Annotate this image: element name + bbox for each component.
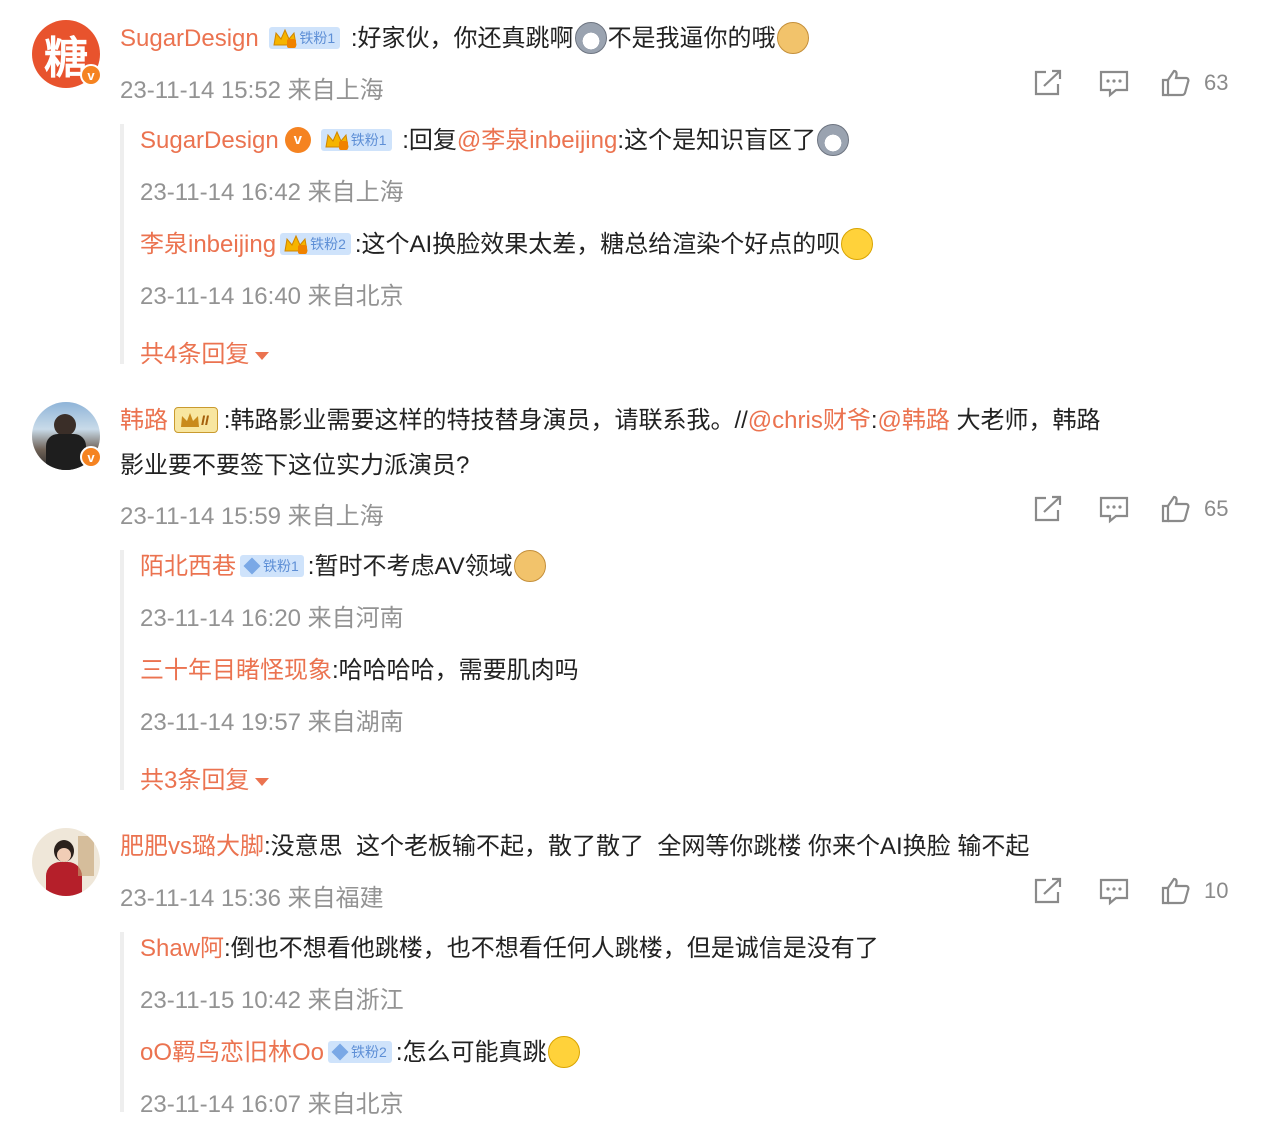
fan-badge-icon [325,130,349,150]
reply-username[interactable]: 三十年目睹怪现象 [140,657,332,684]
reply-time: 23-11-14 16:07 来自北京 [140,1091,404,1118]
share-icon [1034,69,1062,96]
reply-block: SugarDesign v 铁粉1 :回复@李泉inbeijing:这个是知识盲区了… [120,123,1224,368]
reply-text: :哈哈哈哈，需要肌肉吗 [332,657,579,684]
comment-icon [1099,496,1129,524]
reply-text: :倒也不想看他跳楼，也不想看任何人跳楼，但是诚信是没有了 [224,935,879,962]
comment-text: :没意思 这个老板输不起，散了散了 全网等你跳楼 你来个AI换脸 输不起 [264,833,1030,860]
avatar[interactable] [32,828,100,896]
diamond-icon [243,557,261,575]
husky-emoji-icon [574,21,607,54]
doge-emoji-icon [513,549,546,582]
fan-badge-icon [284,234,308,254]
laugh-cry-emoji-icon [547,1035,580,1068]
verified-icon: v [284,126,311,153]
reply-username[interactable]: 陌北西巷 [140,553,236,580]
fan-badge[interactable]: 铁粉1 [269,26,341,49]
more-replies-link[interactable]: 共4条回复 [140,334,270,369]
like-icon [1161,69,1190,97]
like-button[interactable]: 65 [1160,494,1228,524]
reply-username[interactable]: oO羁鸟恋旧林Oo [140,1039,324,1066]
reply-time: 23-11-15 10:42 来自浙江 [140,987,404,1014]
reply-text: :这个AI换脸效果太差，糖总给渲染个好点的呗 [354,231,841,258]
reply-username[interactable]: SugarDesign [140,127,279,154]
share-icon [1034,495,1062,522]
comment-text-2: 不是我逼你的哦 [607,25,776,52]
mention-link[interactable]: @李泉inbeijing [457,127,617,154]
avatar[interactable]: v [32,402,102,470]
reply-block: Shaw阿:倒也不想看他跳楼，也不想看任何人跳楼，但是诚信是没有了 23-11-… [120,932,1224,1118]
grin-emoji-icon [841,227,874,260]
fan-badge[interactable]: 铁粉2 [280,232,351,255]
comment-colon: : [870,407,878,434]
share-button[interactable] [1032,68,1064,98]
doge-emoji-icon [776,21,809,54]
comment-time: 23-11-14 15:52 来自上海 [120,77,384,104]
reply-text: :这个是知识盲区了 [617,127,816,154]
reply-time: 23-11-14 16:20 来自河南 [140,605,404,632]
verified-icon: v [80,64,102,86]
more-replies-link[interactable]: 共3条回复 [140,760,270,795]
reply-text: :怎么可能真跳 [395,1039,547,1066]
like-count: 63 [1204,70,1229,95]
comment-text-line2: 影业要不要签下这位实力派演员? [120,452,470,479]
fan-badge-icon [273,28,298,48]
avatar[interactable]: 糖 v [32,20,102,88]
rank-badge[interactable]: II [174,406,218,433]
reply-time: 23-11-14 16:42 来自上海 [140,179,404,206]
fan-badge[interactable]: 铁粉2 [328,1040,392,1063]
comment-time: 23-11-14 15:36 来自福建 [120,885,384,912]
comment-text: :韩路影业需要这样的特技替身演员，请联系我。// [223,407,748,434]
comment-button[interactable] [1098,68,1130,98]
husky-emoji-icon [817,123,849,156]
username[interactable]: 肥肥vs璐大脚 [120,833,264,860]
reply-prefix: :回复 [402,127,457,154]
share-button[interactable] [1032,494,1064,524]
comment-button[interactable] [1098,494,1130,524]
like-button[interactable]: 63 [1160,68,1228,98]
diamond-icon [331,1043,349,1061]
comment-text-end: 大老师，韩路 [949,407,1101,434]
reply-time: 23-11-14 16:40 来自北京 [140,283,404,310]
share-icon [1034,877,1062,904]
like-count: 65 [1204,496,1229,521]
chevron-down-icon [255,351,270,360]
share-button[interactable] [1032,876,1064,906]
fan-badge[interactable]: 铁粉1 [240,554,304,577]
reply-text: :暂时不考虑AV领域 [307,553,513,580]
comment-icon [1099,70,1129,98]
comment-time: 23-11-14 15:59 来自上海 [120,503,384,530]
crown-icon [181,412,199,427]
like-icon [1161,877,1190,905]
comment-icon [1099,878,1129,906]
verified-icon: v [80,446,102,468]
comment-button[interactable] [1098,876,1130,906]
username[interactable]: SugarDesign [120,25,259,52]
username[interactable]: 韩路 [120,407,168,434]
mention-link[interactable]: @chris财爷 [748,407,871,434]
fan-badge[interactable]: 铁粉1 [320,128,392,151]
reply-block: 陌北西巷 铁粉1:暂时不考虑AV领域 23-11-14 16:20 来自河南 三十… [120,549,1224,794]
reply-username[interactable]: Shaw阿 [140,935,224,962]
like-icon [1161,495,1190,523]
chevron-down-icon [255,777,270,786]
reply-time: 23-11-14 19:57 来自湖南 [140,709,404,736]
like-button[interactable]: 10 [1160,876,1228,906]
mention-link[interactable]: @韩路 [878,407,950,434]
comment-text: :好家伙，你还真跳啊 [350,25,574,52]
reply-username[interactable]: 李泉inbeijing [140,231,276,258]
like-count: 10 [1204,878,1229,903]
